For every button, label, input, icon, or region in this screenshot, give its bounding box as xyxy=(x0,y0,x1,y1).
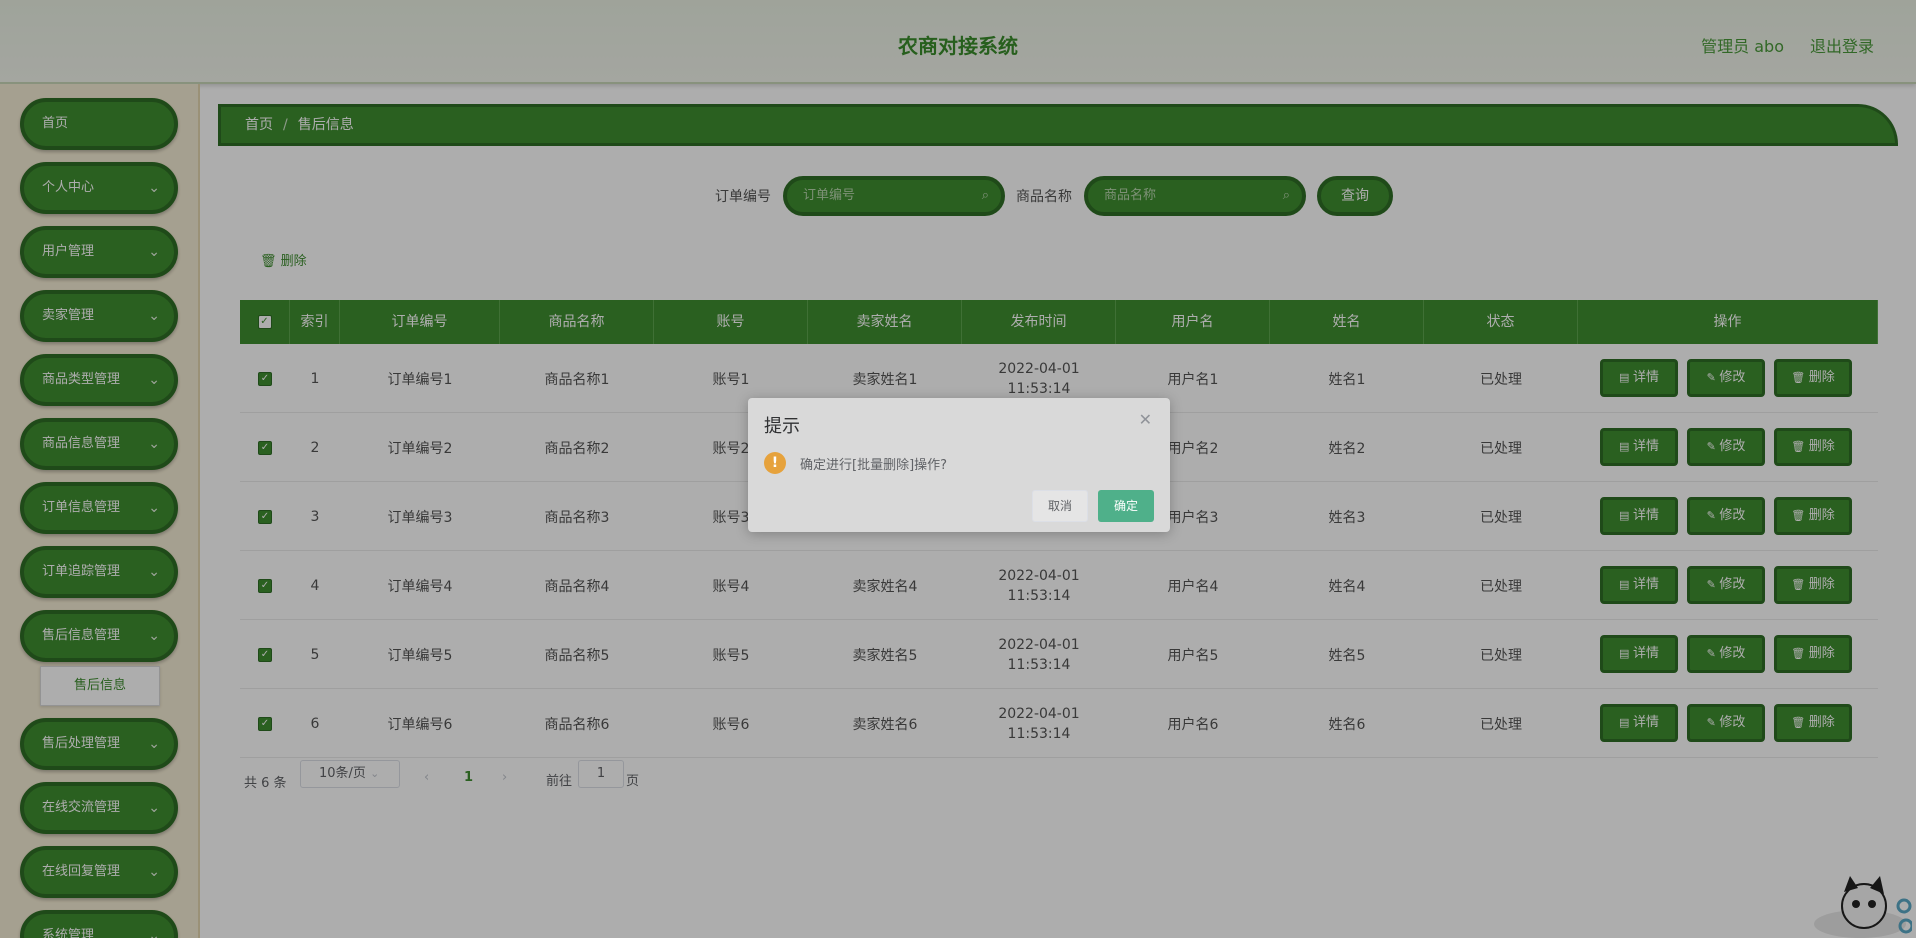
close-icon[interactable]: ✕ xyxy=(1139,410,1152,429)
confirm-button[interactable]: 确定 xyxy=(1098,490,1154,522)
dialog-message: 确定进行[批量删除]操作? xyxy=(800,458,948,473)
confirm-dialog: 提示 ✕ ! 确定进行[批量删除]操作? 取消 确定 xyxy=(748,398,1170,532)
warning-icon: ! xyxy=(764,452,786,474)
dialog-title: 提示 xyxy=(764,416,800,437)
cancel-button[interactable]: 取消 xyxy=(1032,490,1088,522)
